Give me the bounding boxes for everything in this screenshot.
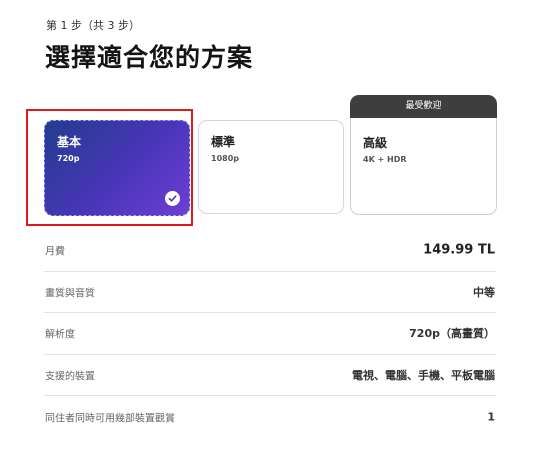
- feature-label: 同住者同時可用幾部裝置觀賞: [45, 413, 175, 425]
- feature-label: 畫質與音質: [45, 288, 95, 300]
- feature-label: 支援的裝置: [45, 371, 95, 383]
- feature-value: 電視、電腦、手機、平板電腦: [352, 368, 495, 382]
- plan-card-premium[interactable]: 最受歡迎 高級 4K + HDR: [350, 95, 497, 215]
- feature-value: 149.99 TL: [423, 242, 495, 258]
- plan-feature-table: 月費 149.99 TL 畫質與音質 中等 解析度 720p（高畫質） 支援的裝…: [44, 230, 496, 438]
- feature-row-streams: 同住者同時可用幾部裝置觀賞 1: [44, 396, 496, 438]
- plan-name: 標準: [211, 135, 236, 149]
- plan-name: 高級: [363, 136, 388, 150]
- feature-label: 月費: [45, 246, 65, 258]
- selection-highlight: [26, 109, 193, 226]
- feature-row-resolution: 解析度 720p（高畫質）: [44, 313, 496, 355]
- page-title: 選擇適合您的方案: [45, 43, 254, 72]
- plan-resolution: 1080p: [211, 154, 239, 163]
- step-indicator: 第 1 步（共 3 步）: [46, 19, 140, 32]
- feature-value: 720p（高畫質）: [409, 327, 495, 341]
- plan-card-standard[interactable]: 標準 1080p: [198, 120, 344, 214]
- feature-value: 1: [487, 410, 495, 424]
- plan-resolution: 4K + HDR: [363, 155, 407, 164]
- feature-row-quality: 畫質與音質 中等: [44, 272, 496, 313]
- feature-row-devices: 支援的裝置 電視、電腦、手機、平板電腦: [44, 355, 496, 396]
- feature-label: 解析度: [45, 329, 75, 341]
- popular-badge: 最受歡迎: [350, 95, 497, 118]
- feature-value: 中等: [473, 285, 495, 299]
- feature-row-price: 月費 149.99 TL: [44, 230, 496, 272]
